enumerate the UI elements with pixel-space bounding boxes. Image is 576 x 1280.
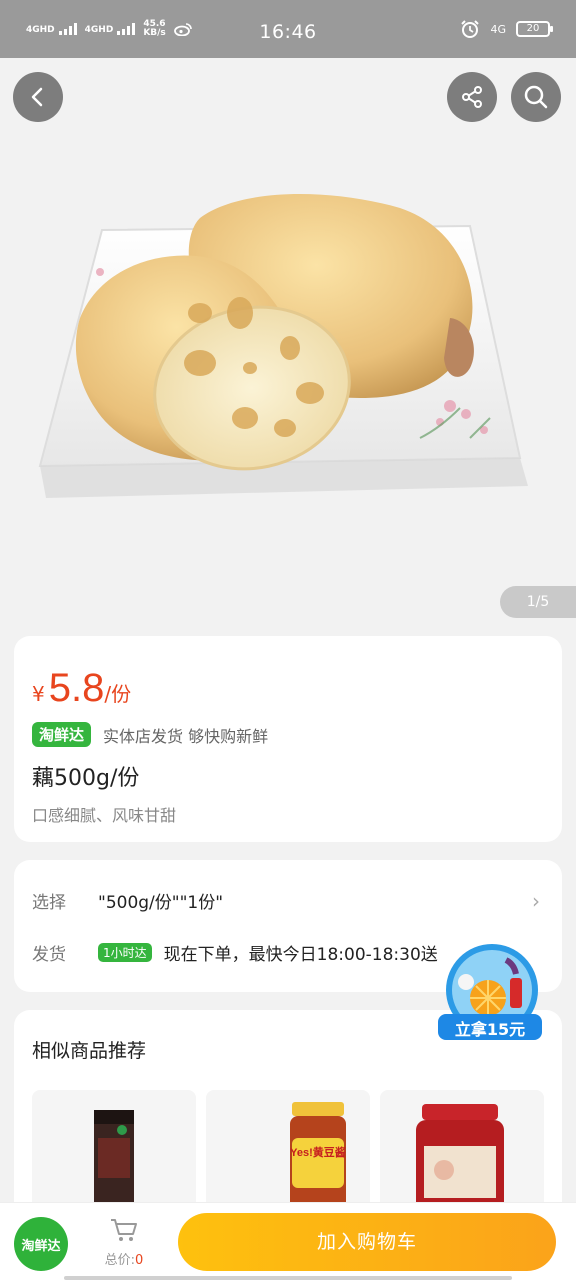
currency-symbol: ¥ [32,682,45,706]
chevron-right-icon[interactable]: › [532,889,540,913]
product-thumbnail [94,1110,134,1220]
service-row: 淘鲜达 实体店发货 够快购新鲜 [32,722,268,747]
status-bar: 4GHD 4GHD 45.6 KB/s 16:46 4G 20 [0,0,576,58]
spec-label: 选择 [32,893,66,913]
recommend-title: 相似商品推荐 [32,1040,147,1062]
spec-select-row[interactable]: 选择 "500g/份""1份" [32,888,544,913]
product-thumbnail [416,1104,504,1220]
recommend-item[interactable] [380,1090,544,1220]
product-subtitle: 口感细腻、风味甘甜 [32,806,177,825]
search-icon [524,85,548,109]
delivery-label: 发货 [32,945,66,965]
home-indicator [64,1276,512,1280]
promo-label: 立拿15元 [454,1020,526,1039]
cart-icon [111,1219,137,1241]
price-unit: /份 [104,682,132,706]
recommend-item[interactable]: Yes!黄豆酱 [206,1090,370,1220]
promo-badge[interactable]: 立拿15元 [436,942,544,1046]
chevron-left-icon [31,87,43,107]
thumbnail-label: Yes!黄豆酱 [290,1145,346,1159]
recommend-item[interactable] [32,1090,196,1220]
price: ¥ 5.8 /份 [32,666,131,711]
delivery-row: 发货 1小时达 现在下单，最快今日18:00-18:30送 [32,940,438,965]
price-value: 5.8 [48,666,105,710]
total-label: 总价: [104,1253,136,1268]
product-info-card: ¥ 5.8 /份 淘鲜达 实体店发货 够快购新鲜 藕500g/份 口感细腻、风味… [14,636,562,842]
share-icon [462,86,482,108]
share-button[interactable] [447,72,497,122]
store-logo[interactable]: 淘鲜达 [14,1217,68,1271]
delivery-tag: 1小时达 [98,943,152,962]
clock: 16:46 [259,21,317,43]
service-tag: 淘鲜达 [32,722,92,747]
product-image [38,194,528,498]
product-name: 藕500g/份 [32,766,140,791]
back-button[interactable] [13,72,63,122]
cart-summary[interactable]: 总价:0 [94,1217,154,1268]
product-thumbnail: Yes!黄豆酱 [290,1102,346,1220]
add-to-cart-button[interactable]: 加入购物车 [178,1213,556,1271]
delivery-value: 现在下单，最快今日18:00-18:30送 [163,945,438,965]
service-description: 实体店发货 够快购新鲜 [103,726,269,746]
search-button[interactable] [511,72,561,122]
total-value: 0 [135,1253,144,1268]
product-image-carousel[interactable]: 1/5 [0,58,576,630]
bottom-action-bar: 淘鲜达 总价:0 加入购物车 [0,1202,576,1280]
cart-total: 总价:0 [94,1249,154,1268]
battery-icon: 20 [516,21,553,37]
spec-value: "500g/份""1份" [98,893,224,913]
image-counter: 1/5 [500,586,576,618]
